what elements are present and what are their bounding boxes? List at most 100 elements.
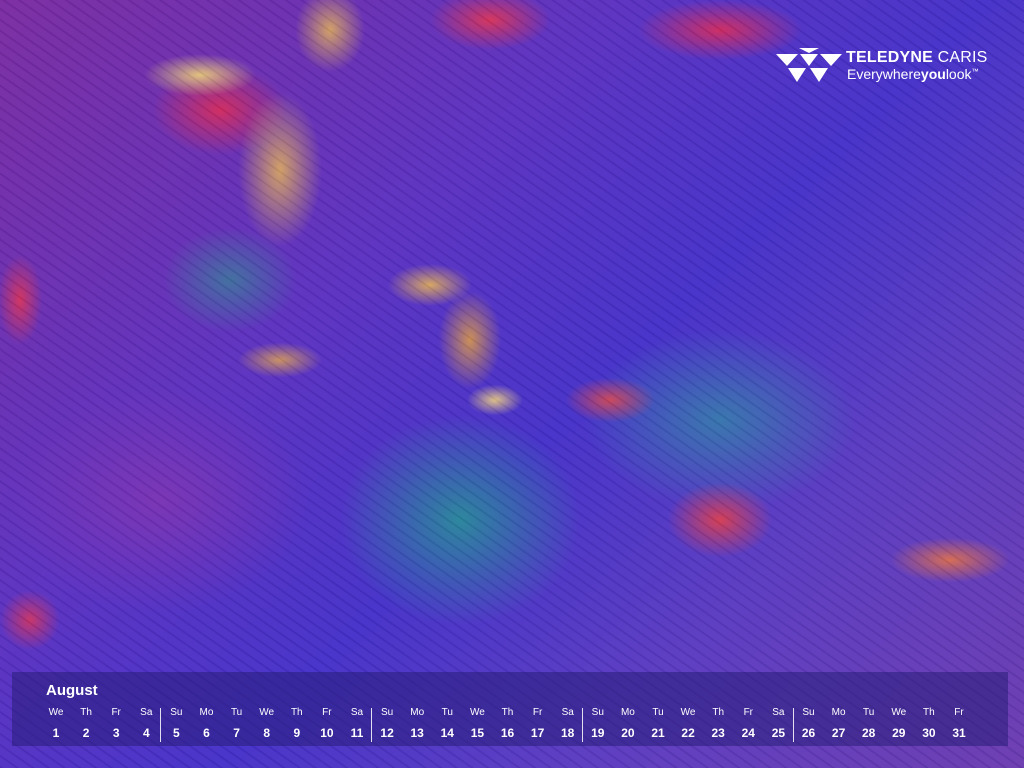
calendar-day: Su 12 bbox=[372, 706, 402, 744]
calendar-day: Fr 10 bbox=[312, 706, 342, 744]
calendar-day: Tu 21 bbox=[643, 706, 673, 744]
calendar-weekday-label: Mo bbox=[199, 707, 214, 718]
calendar-weekday-label: Th bbox=[290, 707, 303, 718]
trademark-mark: ™ bbox=[971, 68, 979, 76]
calendar-day: We 15 bbox=[462, 706, 492, 744]
calendar-weekday-label: Mo bbox=[620, 707, 635, 718]
calendar-weekday-label: Sa bbox=[772, 707, 785, 718]
calendar-day: We 22 bbox=[673, 706, 703, 744]
calendar-day: Mo 13 bbox=[402, 706, 432, 744]
calendar-day: Th 23 bbox=[703, 706, 733, 744]
tagline-part-2: you bbox=[920, 66, 946, 82]
calendar-weekday-label: Tu bbox=[230, 707, 243, 718]
calendar-day-number: 26 bbox=[801, 726, 816, 740]
calendar-day-number: 6 bbox=[203, 726, 210, 740]
calendar-weekday-label: Fr bbox=[743, 707, 754, 718]
calendar-weekday-label: We bbox=[891, 707, 907, 718]
calendar-day-number: 14 bbox=[440, 726, 454, 740]
calendar-day-number: 3 bbox=[112, 726, 120, 740]
calendar-weekday-label: We bbox=[680, 707, 696, 718]
calendar-day-number: 18 bbox=[561, 726, 575, 740]
calendar-weekday-label: Su bbox=[170, 707, 183, 718]
teledyne-caris-logo: TELEDYNE CARIS Everywhereyoulook™ bbox=[776, 48, 988, 84]
calendar-month: August bbox=[46, 682, 98, 699]
calendar-day: Sa 11 bbox=[342, 706, 372, 744]
calendar-day-number: 17 bbox=[530, 726, 545, 740]
brand-light: CARIS bbox=[937, 49, 988, 66]
calendar-day: Mo 27 bbox=[824, 706, 854, 744]
calendar-days: We 1 Th 2 Fr 3 Sa 4 Su 5 Mo 6 Tu 7 We 8 Th 9 Fr 10 Sa 11 Su 12 M… bbox=[41, 706, 981, 744]
calendar-day-number: 12 bbox=[380, 726, 394, 740]
calendar-day-number: 7 bbox=[233, 726, 240, 740]
calendar-day-number: 24 bbox=[741, 726, 755, 740]
calendar-weekday-label: Th bbox=[80, 707, 92, 718]
calendar-day: Tu 28 bbox=[854, 706, 884, 744]
calendar-day: Su 26 bbox=[794, 706, 824, 744]
calendar-day-number: 16 bbox=[500, 726, 515, 740]
calendar-day: Fr 31 bbox=[944, 706, 974, 744]
calendar-day: Sa 4 bbox=[131, 706, 161, 744]
calendar-day: Sa 18 bbox=[553, 706, 583, 744]
calendar-weekday-label: Th bbox=[501, 707, 514, 718]
calendar-day: Th 16 bbox=[493, 706, 523, 744]
calendar-day: Mo 6 bbox=[192, 706, 222, 744]
calendar-day: Fr 24 bbox=[733, 706, 763, 744]
calendar-weekday-label: We bbox=[259, 707, 275, 718]
calendar-weekday-label: Fr bbox=[954, 707, 964, 718]
calendar-day-number: 15 bbox=[470, 726, 485, 740]
calendar-day-number: 30 bbox=[922, 726, 936, 740]
calendar-weekday-label: Mo bbox=[410, 707, 425, 718]
calendar-day-number: 11 bbox=[350, 726, 364, 740]
calendar-day: Th 2 bbox=[71, 706, 101, 744]
calendar-day: We 8 bbox=[252, 706, 282, 744]
tagline-part-3: look bbox=[945, 66, 972, 82]
calendar-weekday-label: Su bbox=[591, 707, 604, 718]
calendar-day-number: 8 bbox=[263, 726, 271, 740]
calendar-day-number: 25 bbox=[771, 726, 786, 740]
calendar-day: Sa 25 bbox=[763, 706, 793, 744]
calendar-weekday-label: Sa bbox=[140, 707, 153, 718]
calendar-weekday-label: Tu bbox=[441, 707, 453, 718]
calendar-weekday-label: Tu bbox=[652, 707, 664, 718]
wallpaper-texture bbox=[0, 0, 1024, 768]
calendar-day: We 1 bbox=[41, 706, 71, 744]
calendar-weekday-label: Mo bbox=[831, 707, 846, 718]
calendar-day-number: 5 bbox=[173, 726, 180, 740]
calendar-strip: August We 1 Th 2 Fr 3 Sa 4 Su 5 Mo 6 Tu 7 We 8 Th 9 Fr 10 Sa… bbox=[12, 672, 1008, 746]
calendar-day-number: 28 bbox=[862, 726, 876, 740]
calendar-day-number: 20 bbox=[621, 726, 635, 740]
calendar-day-number: 9 bbox=[293, 726, 301, 740]
brand-tagline: Everywhereyoulook™ bbox=[847, 66, 979, 82]
calendar-weekday-label: Tu bbox=[863, 707, 875, 718]
calendar-weekday-label: Su bbox=[802, 707, 815, 718]
calendar-day-number: 23 bbox=[711, 726, 725, 740]
calendar-day-number: 21 bbox=[651, 726, 665, 740]
calendar-day: Tu 14 bbox=[432, 706, 462, 744]
calendar-day-number: 29 bbox=[892, 726, 906, 740]
calendar-weekday-label: Th bbox=[923, 707, 935, 718]
calendar-weekday-label: Fr bbox=[111, 707, 121, 718]
calendar-weekday-label: Fr bbox=[322, 707, 332, 718]
teledyne-logo-icon bbox=[776, 48, 842, 82]
calendar-day: Su 5 bbox=[161, 706, 191, 744]
calendar-day-number: 10 bbox=[320, 726, 334, 740]
calendar-day: Th 9 bbox=[282, 706, 312, 744]
calendar-weekday-label: Fr bbox=[532, 707, 543, 718]
calendar-day-number: 27 bbox=[831, 726, 846, 740]
calendar-weekday-label: Sa bbox=[561, 707, 574, 718]
brand-name: TELEDYNE CARIS bbox=[846, 49, 988, 67]
calendar-weekday-label: We bbox=[48, 707, 64, 718]
calendar-weekday-label: Th bbox=[712, 707, 725, 718]
calendar-weekday-label: Su bbox=[380, 707, 394, 718]
calendar-day-number: 2 bbox=[82, 726, 90, 740]
calendar-day: Th 30 bbox=[914, 706, 944, 744]
calendar-day-number: 19 bbox=[591, 726, 605, 740]
calendar-weekday-label: We bbox=[469, 707, 485, 718]
calendar-day: Su 19 bbox=[583, 706, 613, 744]
calendar-day: Fr 17 bbox=[523, 706, 553, 744]
calendar-weekday-label: Sa bbox=[350, 707, 364, 718]
calendar-day: Fr 3 bbox=[101, 706, 131, 744]
calendar-day-number: 22 bbox=[681, 726, 695, 740]
brand-bold: TELEDYNE bbox=[846, 49, 933, 66]
calendar-day-number: 31 bbox=[952, 726, 966, 740]
